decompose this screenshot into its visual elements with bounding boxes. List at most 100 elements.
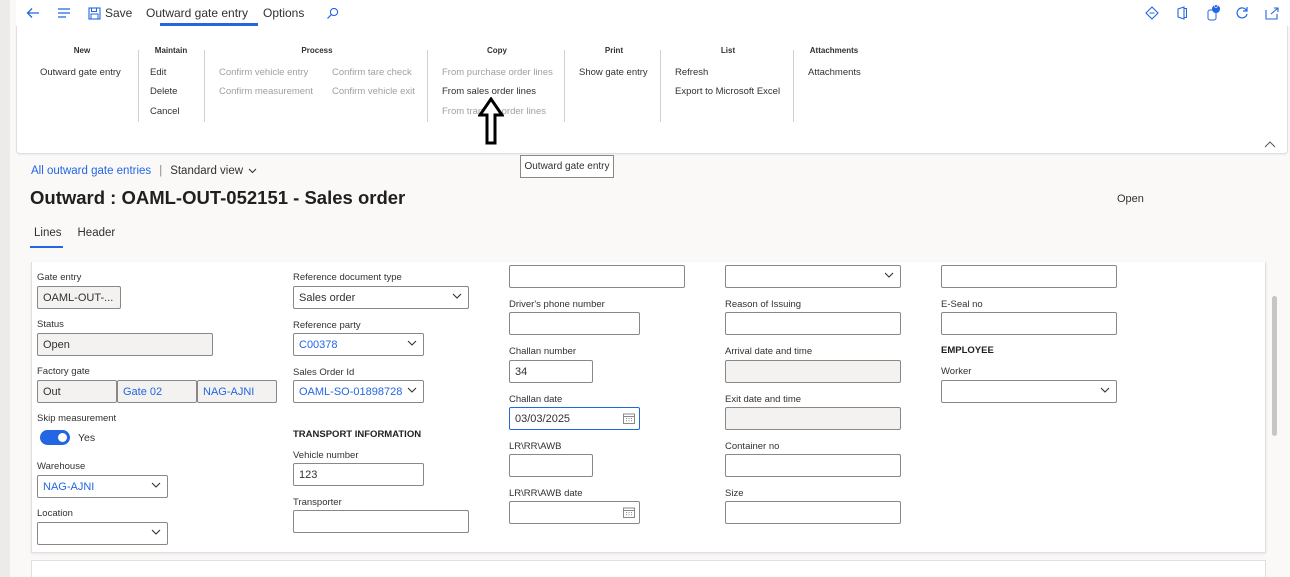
chevron-down-icon <box>884 272 894 278</box>
ribbon-divider <box>427 50 428 122</box>
ribbon-delete[interactable]: Delete <box>150 86 177 97</box>
action-pane-bar: Save Outward gate entry Options 0 <box>16 0 1290 26</box>
group-print-title: Print <box>604 46 624 55</box>
ribbon-confirm-tare-check[interactable]: Confirm tare check <box>332 67 412 78</box>
driver-phone-field[interactable] <box>509 312 640 335</box>
gate-entry-label: Gate entry <box>37 272 82 283</box>
ribbon-divider <box>204 50 205 122</box>
challan-date-field[interactable]: 03/03/2025 <box>509 407 640 430</box>
notification-icon[interactable]: 0 <box>1206 0 1220 26</box>
open-new-window-icon[interactable] <box>1265 0 1279 26</box>
ribbon-export-excel[interactable]: Export to Microsoft Excel <box>675 86 780 97</box>
challan-number-field[interactable]: 34 <box>509 360 593 383</box>
notification-count: 0 <box>1214 3 1218 10</box>
reference-party-dropdown[interactable]: C00378 <box>293 333 424 356</box>
lr-rr-awb-field[interactable] <box>509 454 593 477</box>
up-arrow-icon <box>478 97 504 145</box>
warehouse-value: NAG-AJNI <box>43 480 95 493</box>
reference-document-type-label: Reference document type <box>293 272 402 283</box>
reason-of-issuing-field[interactable] <box>725 312 901 335</box>
vehicle-number-label: Vehicle number <box>293 450 359 461</box>
group-process-title: Process <box>301 46 333 55</box>
factory-gate-direction-field[interactable]: Out <box>37 380 117 403</box>
chevron-down-icon <box>151 482 161 488</box>
vehicle-number-field[interactable]: 123 <box>293 463 424 486</box>
lr-rr-awb-date-label: LR\RR\AWB date <box>509 488 583 499</box>
chevron-down-icon <box>151 529 161 535</box>
group-new-title: New <box>73 46 91 55</box>
ribbon-show-gate-entry[interactable]: Show gate entry <box>579 67 648 78</box>
warehouse-label: Warehouse <box>37 461 86 472</box>
reference-party-value: C00378 <box>299 338 338 351</box>
ribbon-cancel[interactable]: Cancel <box>150 106 180 117</box>
sales-order-id-dropdown[interactable]: OAML-SO-01898728 <box>293 380 424 403</box>
exit-date-time-field[interactable] <box>725 407 901 430</box>
challan-date-value: 03/03/2025 <box>515 412 571 425</box>
skip-measurement-label: Skip measurement <box>37 413 117 424</box>
ribbon-outward-gate-entry[interactable]: Outward gate entry <box>40 67 121 78</box>
ribbon-divider <box>138 50 139 122</box>
sales-order-id-value: OAML-SO-01898728 <box>299 385 403 398</box>
detail-tabs: Lines Header <box>30 227 131 248</box>
office-icon[interactable] <box>1176 0 1188 26</box>
ribbon-from-purchase-order-lines[interactable]: From purchase order lines <box>442 67 553 78</box>
chevron-down-icon <box>452 293 462 299</box>
diamond-icon[interactable] <box>1145 0 1159 26</box>
active-tab-indicator <box>30 246 63 248</box>
lr-rr-awb-date-field[interactable] <box>509 501 640 524</box>
factory-gate-label: Factory gate <box>37 366 90 377</box>
ribbon-divider <box>793 50 794 122</box>
search-icon[interactable] <box>326 0 339 26</box>
group-attachments-title: Attachments <box>809 46 859 55</box>
ribbon-from-sales-order-lines[interactable]: From sales order lines <box>442 86 536 97</box>
location-label: Location <box>37 508 73 519</box>
ribbon-refresh[interactable]: Refresh <box>675 67 708 78</box>
status-label: Status <box>37 319 64 330</box>
calendar-icon[interactable] <box>623 507 635 518</box>
chevron-down-icon <box>407 387 417 393</box>
lines-section-card <box>31 560 1266 577</box>
issuing-type-dropdown[interactable] <box>725 265 901 288</box>
chevron-down-icon[interactable] <box>248 168 257 174</box>
transporter-field[interactable] <box>293 510 469 533</box>
skip-measurement-value: Yes <box>78 432 96 444</box>
action-ribbon: New Outward gate entry Maintain Edit Del… <box>16 26 1288 154</box>
tooltip: Outward gate entry <box>520 155 614 178</box>
warehouse-dropdown[interactable]: NAG-AJNI <box>37 475 168 498</box>
e-seal-no-field[interactable] <box>941 312 1117 335</box>
status-field[interactable]: Open <box>37 333 213 356</box>
reference-document-type-value: Sales order <box>299 291 356 304</box>
tab-options[interactable]: Options <box>263 0 304 26</box>
arrival-date-time-field[interactable] <box>725 360 901 383</box>
tab-header[interactable]: Header <box>78 227 116 239</box>
breadcrumb-link[interactable]: All outward gate entries <box>31 165 151 177</box>
ribbon-confirm-measurement[interactable]: Confirm measurement <box>219 86 313 97</box>
ribbon-edit[interactable]: Edit <box>150 67 166 78</box>
factory-gate-site-field[interactable]: NAG-AJNI <box>197 380 277 403</box>
gate-entry-field[interactable]: OAML-OUT-... <box>37 286 121 309</box>
factory-gate-field[interactable]: Gate 02 <box>117 380 197 403</box>
driver-name-field[interactable] <box>509 265 685 288</box>
view-selector[interactable]: Standard view <box>170 165 243 177</box>
skip-measurement-toggle[interactable] <box>40 430 70 445</box>
calendar-icon[interactable] <box>623 413 635 424</box>
seal-field[interactable] <box>941 265 1117 288</box>
reference-document-type-dropdown[interactable]: Sales order <box>293 286 469 309</box>
ribbon-confirm-vehicle-entry[interactable]: Confirm vehicle entry <box>219 67 308 78</box>
transport-information-heading: TRANSPORT INFORMATION <box>293 429 422 440</box>
ribbon-confirm-vehicle-exit[interactable]: Confirm vehicle exit <box>332 86 415 97</box>
save-button[interactable]: Save <box>88 0 132 26</box>
worker-label: Worker <box>941 366 972 377</box>
ribbon-attachments[interactable]: Attachments <box>808 67 861 78</box>
vertical-scrollbar[interactable] <box>1272 296 1277 436</box>
worker-dropdown[interactable] <box>941 380 1117 403</box>
container-no-field[interactable] <box>725 454 901 477</box>
collapse-ribbon-icon[interactable] <box>1264 140 1276 148</box>
reason-of-issuing-label: Reason of Issuing <box>725 299 802 310</box>
menu-icon[interactable] <box>57 0 71 26</box>
back-icon[interactable] <box>26 0 40 26</box>
location-dropdown[interactable] <box>37 522 168 545</box>
tab-lines[interactable]: Lines <box>34 227 62 239</box>
size-field[interactable] <box>725 501 901 524</box>
refresh-icon[interactable] <box>1235 0 1249 26</box>
